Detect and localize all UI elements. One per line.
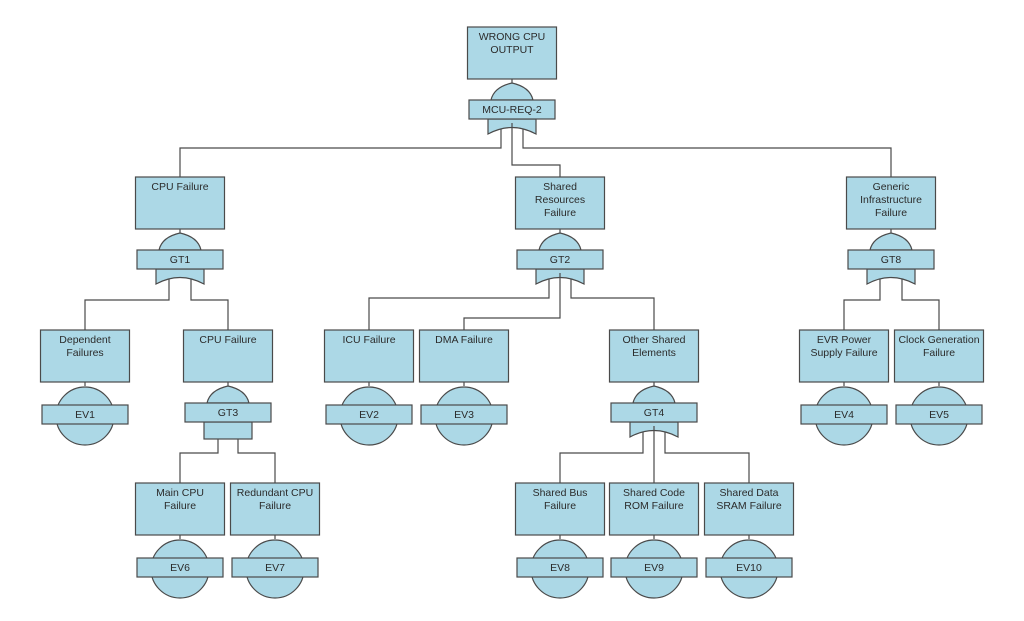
basic-event-ev3[interactable]: EV3 xyxy=(420,382,508,446)
event-id-label: EV1 xyxy=(75,409,95,421)
event-label: Supply Failure xyxy=(810,347,877,359)
event-id-label: EV2 xyxy=(359,409,379,421)
event-box-other-shared-elements[interactable]: Other SharedElements xyxy=(608,329,700,383)
basic-event-ev7[interactable]: EV7 xyxy=(231,535,319,599)
event-label: Failure xyxy=(259,500,291,512)
connector-line xyxy=(843,279,881,330)
event-box-shared-data-sram-failure[interactable]: Shared DataSRAM Failure xyxy=(703,482,795,536)
event-box-cpu-failure[interactable]: CPU Failure xyxy=(134,176,226,230)
gate-id-label: GT1 xyxy=(170,254,191,266)
or-gate-body xyxy=(866,268,916,286)
or-gate-gt1[interactable]: GT1 xyxy=(136,229,224,286)
basic-event-ev2[interactable]: EV2 xyxy=(325,382,413,446)
basic-event-ev1[interactable]: EV1 xyxy=(41,382,129,446)
event-id-label: EV10 xyxy=(736,562,762,574)
event-box-generic-infrastructure-failure[interactable]: GenericInfrastructureFailure xyxy=(845,176,937,230)
basic-event-ev4[interactable]: EV4 xyxy=(800,382,888,446)
event-label: Shared Bus xyxy=(533,487,588,499)
event-label: Failures xyxy=(66,347,103,359)
event-id-label: EV6 xyxy=(170,562,190,574)
basic-event-ev10[interactable]: EV10 xyxy=(705,535,793,599)
event-box-redundant-cpu-failure[interactable]: Redundant CPUFailure xyxy=(229,482,321,536)
connector-line xyxy=(190,279,229,330)
event-label: CPU Failure xyxy=(151,181,208,193)
event-box-dependent-failures[interactable]: DependentFailures xyxy=(39,329,131,383)
basic-event-ev6[interactable]: EV6 xyxy=(136,535,224,599)
event-id-label: EV7 xyxy=(265,562,285,574)
connector-line xyxy=(237,439,276,483)
event-box-shared-bus-failure[interactable]: Shared BusFailure xyxy=(514,482,606,536)
event-label: Elements xyxy=(632,347,676,359)
event-label: ICU Failure xyxy=(342,334,395,346)
event-box-clock-generation-failure[interactable]: Clock GenerationFailure xyxy=(893,329,985,383)
connector-line xyxy=(463,273,561,330)
event-label: SRAM Failure xyxy=(716,500,782,512)
event-label: Other Shared xyxy=(622,334,685,346)
event-id-label: EV4 xyxy=(834,409,854,421)
connector-line xyxy=(901,279,940,330)
event-label: Infrastructure xyxy=(860,194,922,206)
event-label: WRONG CPU xyxy=(479,31,546,43)
connector-line xyxy=(559,432,644,483)
event-box-dma-failure[interactable]: DMA Failure xyxy=(418,329,510,383)
connector-line xyxy=(179,129,502,177)
connector-line xyxy=(179,439,219,483)
event-id-label: EV3 xyxy=(454,409,474,421)
basic-event-ev5[interactable]: EV5 xyxy=(895,382,983,446)
or-gate-gt8[interactable]: GT8 xyxy=(847,229,935,286)
event-label: Shared xyxy=(543,181,577,193)
event-label: Failure xyxy=(544,500,576,512)
and-gate-body xyxy=(203,421,253,440)
event-box-shared-code-rom-failure[interactable]: Shared CodeROM Failure xyxy=(608,482,700,536)
gate-top-shape xyxy=(206,385,250,404)
gate-top-shape xyxy=(538,232,582,251)
gate-id-label: GT2 xyxy=(550,254,571,266)
gate-top-shape xyxy=(158,232,202,251)
connector-line xyxy=(664,432,750,483)
event-label: Resources xyxy=(535,194,585,206)
gate-top-shape xyxy=(869,232,913,251)
basic-event-ev8[interactable]: EV8 xyxy=(516,535,604,599)
event-box-main-cpu-failure[interactable]: Main CPUFailure xyxy=(134,482,226,536)
event-label: ROM Failure xyxy=(624,500,684,512)
connector-line xyxy=(84,279,170,330)
event-box-evr-power-supply-failure[interactable]: EVR PowerSupply Failure xyxy=(798,329,890,383)
event-id-label: EV8 xyxy=(550,562,570,574)
event-label: Failure xyxy=(923,347,955,359)
basic-event-ev9[interactable]: EV9 xyxy=(610,535,698,599)
event-label: Failure xyxy=(544,207,576,219)
event-label: Failure xyxy=(875,207,907,219)
event-label: DMA Failure xyxy=(435,334,493,346)
event-label: Redundant CPU xyxy=(237,487,313,499)
event-label: Shared Data xyxy=(720,487,779,499)
connector-line xyxy=(368,279,550,330)
and-gate-gt3[interactable]: GT3 xyxy=(184,382,272,440)
event-label: Main CPU xyxy=(156,487,204,499)
connector-line xyxy=(570,279,655,330)
fault-tree-diagram: WRONG CPUOUTPUT MCU-REQ-2 CPU Failure GT1 De… xyxy=(39,26,985,599)
or-gate-body xyxy=(155,268,205,286)
event-label: Generic xyxy=(873,181,910,193)
event-label: Shared Code xyxy=(623,487,685,499)
event-box-cpu-failure-2[interactable]: CPU Failure xyxy=(182,329,274,383)
event-label: Clock Generation xyxy=(898,334,979,346)
event-label: Failure xyxy=(164,500,196,512)
gate-id-label: GT8 xyxy=(881,254,902,266)
gate-id-label: GT3 xyxy=(218,407,239,419)
event-box-top[interactable]: WRONG CPUOUTPUT xyxy=(466,26,558,80)
gate-top-shape xyxy=(632,385,676,404)
event-id-label: EV5 xyxy=(929,409,949,421)
gate-id-label: GT4 xyxy=(644,407,665,419)
event-label: EVR Power xyxy=(817,334,872,346)
event-label: OUTPUT xyxy=(490,44,534,56)
gate-id-label: MCU-REQ-2 xyxy=(482,104,542,116)
event-label: CPU Failure xyxy=(199,334,256,346)
event-box-shared-resources-failure[interactable]: SharedResourcesFailure xyxy=(514,176,606,230)
gate-top-shape xyxy=(490,82,534,101)
connector-line xyxy=(522,129,892,177)
event-label: Dependent xyxy=(59,334,110,346)
event-box-icu-failure[interactable]: ICU Failure xyxy=(323,329,415,383)
event-id-label: EV9 xyxy=(644,562,664,574)
